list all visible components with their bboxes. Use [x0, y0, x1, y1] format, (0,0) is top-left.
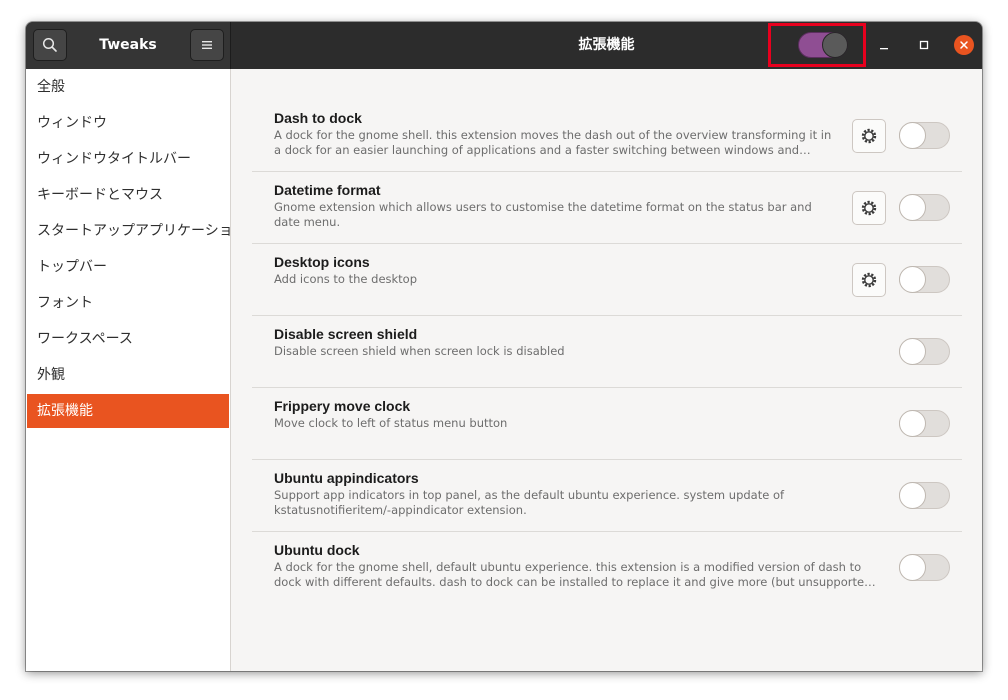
switch-knob [899, 266, 926, 293]
extension-description: Move clock to left of status menu button [274, 416, 508, 430]
panel-title: 拡張機能 [578, 37, 635, 53]
gear-icon [861, 272, 877, 288]
extension-name: Disable screen shield [274, 326, 418, 342]
extension-row-disable-screen-shield: Disable screen shield Disable screen shi… [252, 316, 962, 388]
sidebar-item-label: ワークスペース [37, 331, 133, 347]
extension-toggle[interactable] [899, 194, 950, 221]
sidebar-item-label: トップバー [37, 259, 107, 275]
extension-row-datetime-format: Datetime format Gnome extension which al… [252, 172, 962, 244]
extension-row-ubuntu-dock: Ubuntu dock A dock for the gnome shell, … [252, 532, 962, 604]
sidebar-item-label: キーボードとマウス [37, 187, 163, 203]
sidebar-item-label: フォント [37, 295, 93, 311]
extension-toggle[interactable] [899, 338, 950, 365]
extension-description: Gnome extension which allows users to cu… [274, 200, 812, 229]
sidebar-item-top-bar[interactable]: トップバー [26, 249, 230, 285]
switch-knob [899, 554, 926, 581]
sidebar-item-workspaces[interactable]: ワークスペース [26, 321, 230, 357]
minimize-button[interactable] [874, 35, 894, 55]
close-button[interactable] [954, 35, 974, 55]
sidebar-item-startup-applications[interactable]: スタートアップアプリケーション [26, 213, 247, 249]
minimize-icon [880, 48, 888, 50]
extension-row-desktop-icons: Desktop icons Add icons to the desktop [252, 244, 962, 316]
sidebar-item-label: 外観 [37, 367, 65, 383]
extension-row-ubuntu-appindicators: Ubuntu appindicators Support app indicat… [252, 460, 962, 532]
sidebar-item-window-titlebars[interactable]: ウィンドウタイトルバー [26, 141, 230, 177]
extension-name: Datetime format [274, 182, 381, 198]
sidebar: 全般 ウィンドウ ウィンドウタイトルバー キーボードとマウス スタートアップアプ… [26, 69, 247, 671]
extension-settings-button[interactable] [852, 191, 886, 225]
switch-knob [822, 32, 848, 58]
sidebar-item-label: スタートアップアプリケーション [37, 223, 247, 239]
sidebar-item-keyboard-mouse[interactable]: キーボードとマウス [26, 177, 230, 213]
extension-name: Ubuntu appindicators [274, 470, 419, 486]
sidebar-item-extensions[interactable]: 拡張機能 [27, 394, 229, 428]
extension-name: Frippery move clock [274, 398, 411, 414]
close-icon [960, 41, 968, 49]
switch-knob [899, 482, 926, 509]
extension-row-dash-to-dock: Dash to dock A dock for the gnome shell.… [252, 100, 962, 172]
sidebar-item-label: 全般 [37, 79, 65, 95]
extension-description: Add icons to the desktop [274, 272, 418, 286]
menu-button[interactable] [190, 29, 224, 61]
extension-toggle[interactable] [899, 266, 950, 293]
extension-row-frippery-move-clock: Frippery move clock Move clock to left o… [252, 388, 962, 460]
sidebar-item-label: ウィンドウ [37, 115, 107, 131]
hamburger-menu-icon [202, 41, 212, 49]
extension-settings-button[interactable] [852, 263, 886, 297]
switch-knob [899, 122, 926, 149]
gear-icon [861, 128, 877, 144]
sidebar-item-windows[interactable]: ウィンドウ [26, 105, 230, 141]
sidebar-item-appearance[interactable]: 外観 [26, 357, 230, 393]
sidebar-item-general[interactable]: 全般 [26, 69, 230, 105]
sidebar-header: Tweaks [26, 22, 231, 69]
extension-description: Disable screen shield when screen lock i… [274, 344, 565, 358]
extension-toggle[interactable] [899, 482, 950, 509]
extension-toggle[interactable] [899, 122, 950, 149]
tweaks-window: Tweaks 拡張機能 全般 ウィンドウ ウィンドウタイトルバー キーボードとマ… [26, 22, 982, 671]
switch-knob [899, 194, 926, 221]
content-header: 拡張機能 [231, 22, 982, 69]
sidebar-item-fonts[interactable]: フォント [26, 285, 230, 321]
extension-description: A dock for the gnome shell, default ubun… [274, 560, 876, 589]
switch-knob [899, 338, 926, 365]
maximize-icon [919, 40, 929, 50]
maximize-button[interactable] [914, 35, 934, 55]
extension-name: Desktop icons [274, 254, 370, 270]
extension-toggle[interactable] [899, 410, 950, 437]
header-bar: Tweaks 拡張機能 [26, 22, 982, 69]
sidebar-item-label: ウィンドウタイトルバー [37, 151, 191, 167]
extensions-list: Dash to dock A dock for the gnome shell.… [231, 69, 982, 671]
extension-description: Support app indicators in top panel, as … [274, 488, 785, 517]
extension-description: A dock for the gnome shell. this extensi… [274, 128, 832, 157]
sidebar-item-label: 拡張機能 [37, 403, 93, 419]
extension-settings-button[interactable] [852, 119, 886, 153]
extension-name: Dash to dock [274, 110, 362, 126]
extension-toggle[interactable] [899, 554, 950, 581]
switch-knob [899, 410, 926, 437]
extensions-master-switch[interactable] [798, 32, 848, 58]
gear-icon [861, 200, 877, 216]
extension-name: Ubuntu dock [274, 542, 360, 558]
